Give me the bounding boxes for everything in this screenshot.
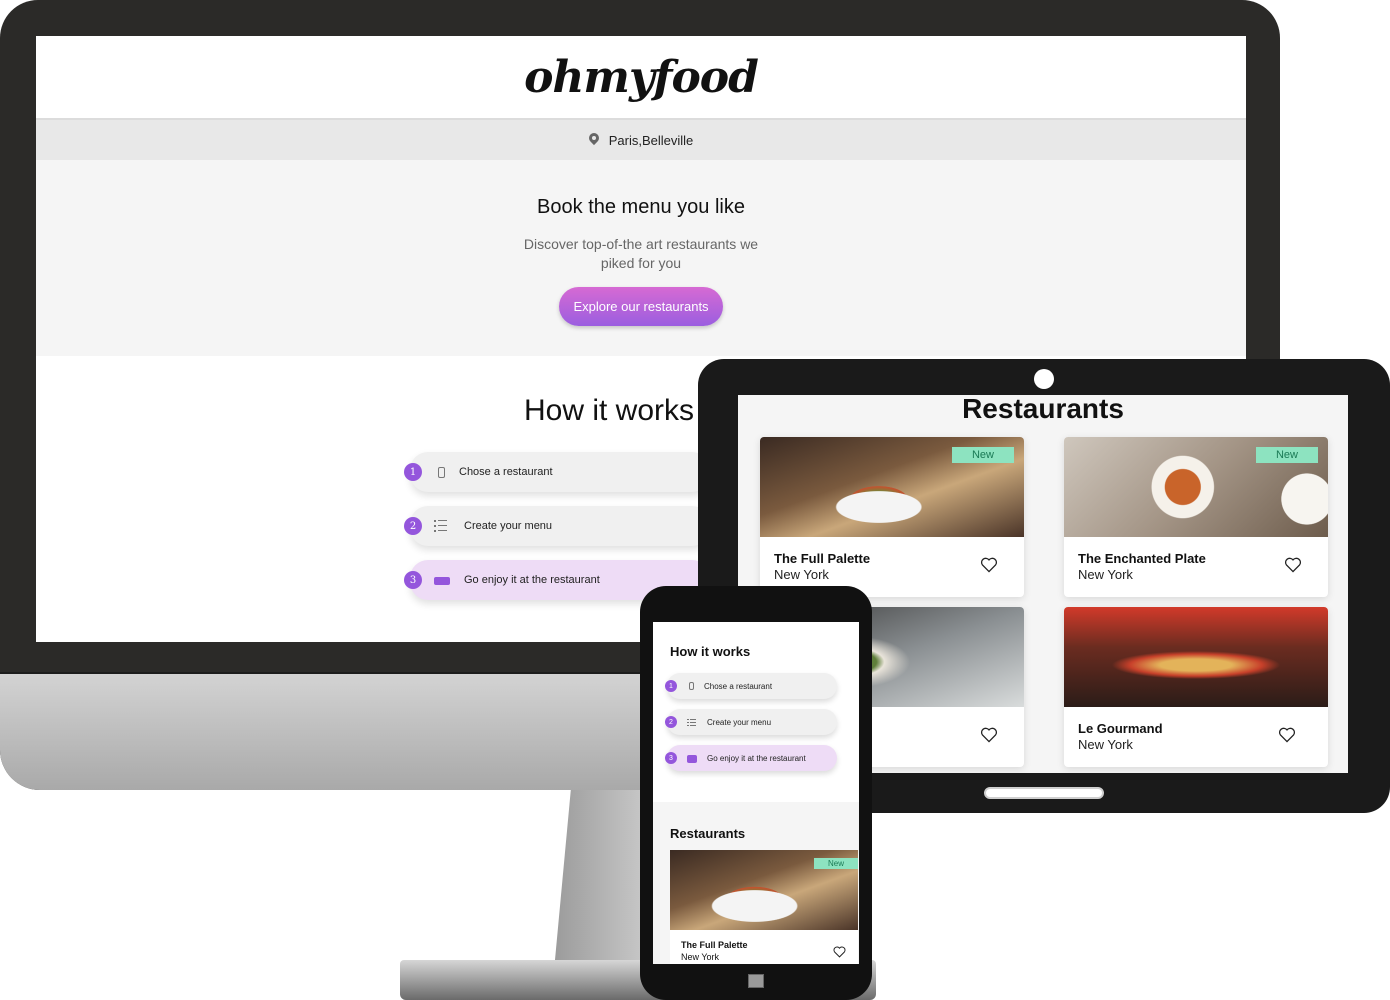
phone-device: How it works 1 Chose a restaurant 2 Crea… <box>640 586 872 1000</box>
restaurant-card[interactable]: New The Full Palette New York <box>670 850 858 964</box>
restaurants-title: Restaurants <box>962 395 1124 424</box>
step-label: Create your menu <box>707 717 772 727</box>
how-it-works-title: How it works <box>524 394 695 427</box>
hero-title: Book the menu you like <box>537 196 745 218</box>
restaurant-name: The Enchanted Plate <box>1078 551 1206 566</box>
phone-home-button[interactable] <box>748 974 764 988</box>
step-number: 1 <box>404 463 422 481</box>
step-number: 1 <box>665 680 677 692</box>
list-icon <box>434 519 450 533</box>
heart-icon[interactable] <box>1284 557 1302 573</box>
restaurant-card[interactable]: New The Full Palette New York <box>760 437 1024 597</box>
step-label: Create your menu <box>464 520 553 532</box>
how-it-works-title: How it works <box>670 644 751 659</box>
restaurant-card[interactable]: New The Enchanted Plate New York <box>1064 437 1328 597</box>
step-label: Chose a restaurant <box>459 466 553 478</box>
step-enjoy-restaurant[interactable]: 3 Go enjoy it at the restaurant <box>665 745 837 771</box>
heart-icon[interactable] <box>980 557 998 573</box>
restaurant-city: New York <box>774 567 829 582</box>
restaurant-name: The Full Palette <box>774 551 871 566</box>
restaurant-name: The Full Palette <box>681 940 748 950</box>
location-label: Paris,Belleville <box>608 132 694 148</box>
new-badge: New <box>1255 447 1318 463</box>
ohmyfood-logo[interactable]: ohmyfood <box>524 52 759 103</box>
location-pin-icon <box>589 133 599 147</box>
store-icon <box>687 755 697 763</box>
step-create-menu[interactable]: 2 Create your menu <box>665 709 837 735</box>
heart-icon[interactable] <box>1278 727 1296 743</box>
restaurant-city: New York <box>681 952 720 962</box>
step-label: Chose a restaurant <box>704 681 773 691</box>
step-choose-restaurant[interactable]: 1 Chose a restaurant <box>404 452 710 492</box>
site-header: ohmyfood <box>36 36 1246 120</box>
heart-icon[interactable] <box>980 727 998 743</box>
restaurant-card[interactable]: Le Gourmand New York <box>1064 607 1328 767</box>
restaurant-city: New York <box>1078 567 1133 582</box>
restaurant-city: New York <box>1078 737 1133 752</box>
step-label: Go enjoy it at the restaurant <box>707 753 806 763</box>
heart-icon[interactable] <box>833 946 846 958</box>
restaurant-photo <box>1064 607 1328 707</box>
camera-icon <box>1034 369 1054 389</box>
phone-screen: How it works 1 Chose a restaurant 2 Crea… <box>653 622 859 964</box>
restaurant-photo: New <box>1064 437 1328 537</box>
step-label: Go enjoy it at the restaurant <box>464 574 600 586</box>
restaurant-photo: New <box>760 437 1024 537</box>
explore-restaurants-button[interactable]: Explore our restaurants <box>559 287 723 326</box>
hero-subtitle: Discover top-of-the art restaurants we p… <box>523 236 759 271</box>
step-number: 2 <box>404 517 422 535</box>
restaurant-name: Le Gourmand <box>1078 721 1163 736</box>
restaurant-photo: New <box>670 850 858 930</box>
new-badge: New <box>813 858 858 869</box>
mobile-phone-icon <box>689 682 694 690</box>
new-badge: New <box>951 447 1014 463</box>
store-icon <box>434 577 450 585</box>
location-bar: Paris,Belleville <box>36 120 1246 160</box>
step-number: 3 <box>404 571 422 589</box>
restaurants-title: Restaurants <box>670 826 746 841</box>
restaurants-section: Restaurants New The Full Palette New Yor… <box>653 802 859 964</box>
list-icon <box>687 717 697 727</box>
tablet-home-button[interactable] <box>984 787 1104 799</box>
step-choose-restaurant[interactable]: 1 Chose a restaurant <box>665 673 837 699</box>
hero-section: Book the menu you like Discover top-of-t… <box>36 160 1246 356</box>
step-number: 3 <box>665 752 677 764</box>
step-number: 2 <box>665 716 677 728</box>
step-create-menu[interactable]: 2 Create your menu <box>404 506 710 546</box>
mobile-phone-icon <box>438 466 445 478</box>
